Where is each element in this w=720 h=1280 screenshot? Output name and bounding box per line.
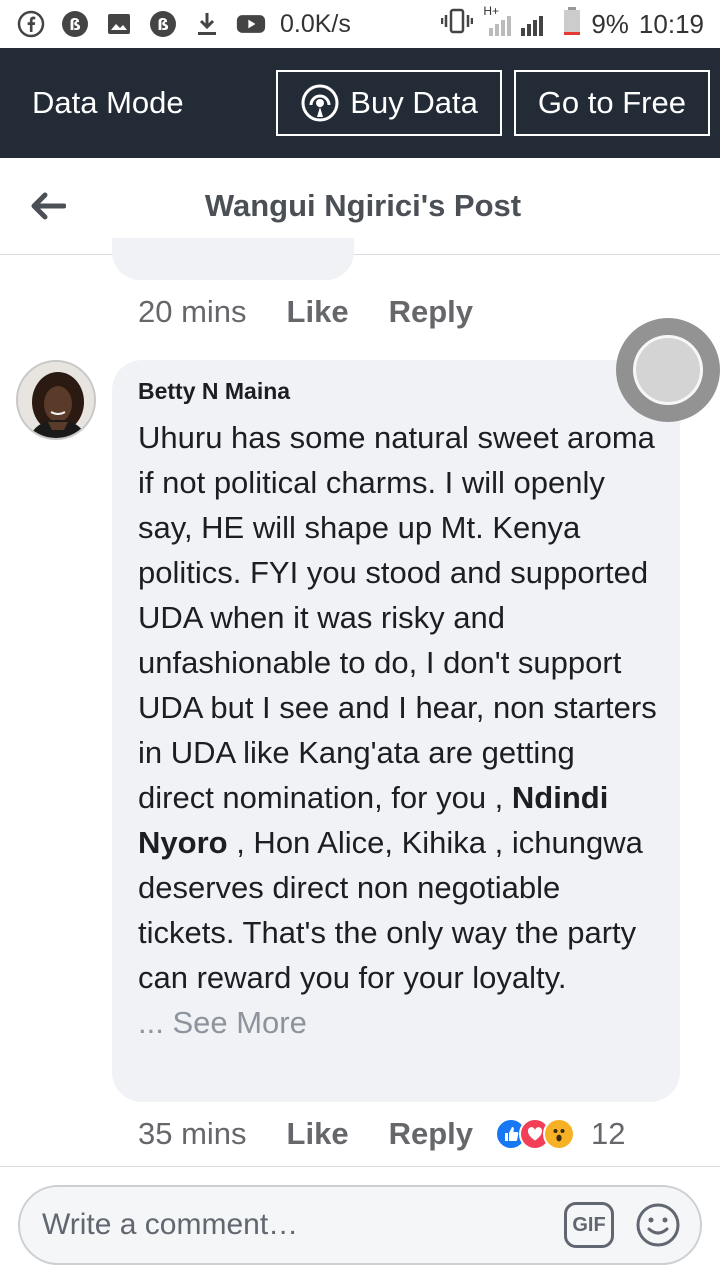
app-b-notification-icon: ß — [60, 9, 90, 39]
previous-comment-bubble — [112, 238, 354, 280]
network-type: H+ — [483, 4, 500, 18]
battery-icon — [563, 6, 581, 43]
go-to-free-label: Go to Free — [537, 85, 686, 120]
data-mode-bar: Data Mode Buy Data Go to Free — [0, 48, 720, 158]
data-mode-label: Data Mode — [32, 85, 184, 120]
comment-timestamp: 35 mins — [138, 1116, 247, 1151]
buy-data-label: Buy Data — [350, 85, 478, 120]
assistive-touch-button[interactable] — [616, 318, 720, 422]
comment-timestamp: 20 mins — [138, 294, 247, 329]
go-to-free-button[interactable]: Go to Free — [513, 70, 710, 136]
emoji-icon[interactable] — [634, 1201, 682, 1249]
comment-composer: GIF — [0, 1166, 720, 1280]
comment-actions: 35 mins Like Reply 12 — [138, 1116, 625, 1152]
comment-text-part-1: Uhuru has some natural sweet aroma if no… — [138, 420, 657, 815]
vibrate-icon — [441, 7, 474, 42]
reaction-summary[interactable]: 12 — [495, 1116, 625, 1152]
wow-reaction-icon — [543, 1118, 575, 1150]
broadcast-icon — [300, 83, 340, 123]
reply-button[interactable]: Reply — [389, 294, 473, 330]
like-button[interactable]: Like — [287, 294, 349, 330]
download-icon — [192, 9, 222, 39]
assistive-touch-inner — [633, 335, 703, 405]
gif-button[interactable]: GIF — [564, 1202, 614, 1248]
like-button[interactable]: Like — [287, 1116, 349, 1152]
svg-text:ß: ß — [157, 15, 169, 34]
svg-text:ß: ß — [69, 15, 81, 34]
network-speed: 0.0K/s — [280, 9, 351, 38]
image-notification-icon — [104, 9, 134, 39]
comment-text: Uhuru has some natural sweet aroma if no… — [138, 415, 658, 1000]
signal-icon: H+ — [483, 4, 553, 38]
reaction-count: 12 — [591, 1116, 626, 1151]
comment-author[interactable]: Betty N Maina — [138, 378, 658, 405]
battery-percent: 9% — [591, 8, 629, 39]
status-bar: ß ß 0.0K/s H+ 9% 10:19 — [0, 0, 720, 48]
back-arrow-icon[interactable] — [28, 186, 68, 226]
avatar[interactable] — [16, 360, 96, 440]
comment-input[interactable] — [42, 1208, 564, 1242]
page-title: Wangui Ngirici's Post — [204, 188, 522, 223]
buy-data-button[interactable]: Buy Data — [276, 70, 502, 136]
app-b-notification-icon-2: ß — [148, 9, 178, 39]
post-header: Wangui Ngirici's Post — [0, 158, 720, 255]
facebook-notification-icon — [16, 9, 46, 39]
comment-box[interactable]: GIF — [18, 1185, 702, 1265]
reply-button[interactable]: Reply — [389, 1116, 473, 1152]
previous-comment-actions: 20 mins Like Reply — [138, 294, 473, 330]
youtube-icon — [236, 9, 266, 39]
comment-bubble[interactable]: Betty N Maina Uhuru has some natural swe… — [112, 360, 680, 1102]
clock: 10:19 — [638, 8, 704, 39]
see-more-link[interactable]: ... See More — [138, 1000, 658, 1045]
